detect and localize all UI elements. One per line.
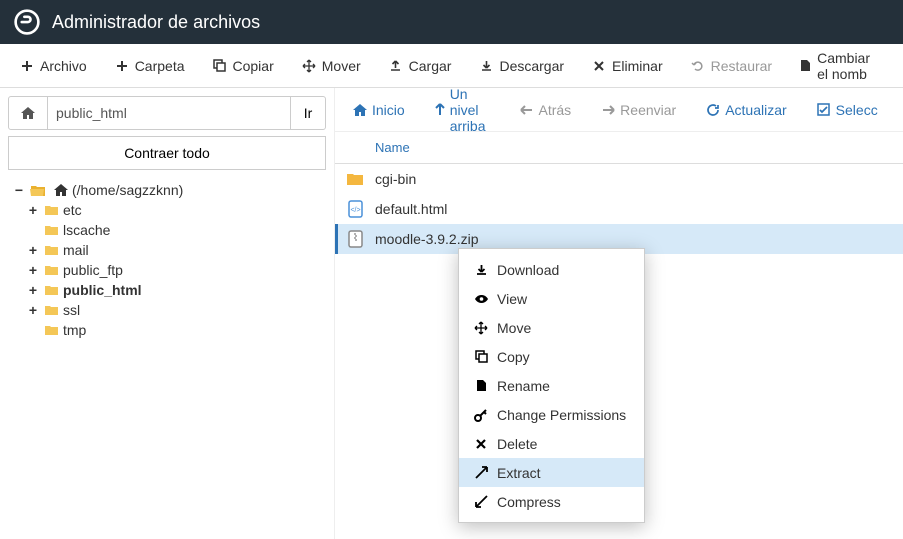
nav-refresh[interactable]: Actualizar [698,98,794,122]
ctx-permissions[interactable]: Change Permissions [459,400,644,429]
file-icon [800,59,811,73]
go-button[interactable]: Ir [290,96,326,130]
move-icon [473,321,489,335]
tree-root[interactable]: − (/home/sagzzknn) [12,180,326,200]
tree-item[interactable]: +ssl [12,300,326,320]
ctx-download[interactable]: Download [459,255,644,284]
folder-button[interactable]: Carpeta [105,52,195,80]
checkbox-icon [817,103,831,117]
folder-icon [44,324,59,336]
tree-item[interactable]: +etc [12,200,326,220]
collapse-all-button[interactable]: Contraer todo [8,136,326,170]
path-input[interactable] [48,96,290,130]
page-title: Administrador de archivos [52,12,260,33]
nav-back: Atrás [511,98,579,122]
file-row[interactable]: cgi-bin [335,164,903,194]
folder-icon [44,204,59,216]
delete-button[interactable]: Eliminar [582,52,673,80]
folder-icon [44,264,59,276]
ctx-rename[interactable]: Rename [459,371,644,400]
upload-icon [389,59,403,73]
folder-tree: − (/home/sagzzknn) +etclscache+mail+publ… [8,180,326,340]
arrow-left-icon [519,103,533,117]
plus-icon [115,59,129,73]
app-header: Administrador de archivos [0,0,903,44]
compress-icon [473,495,489,508]
main-toolbar: Archivo Carpeta Copiar Mover Cargar Desc… [0,44,903,88]
tree-item[interactable]: +mail [12,240,326,260]
copy-icon [213,59,227,73]
refresh-icon [706,103,720,117]
tree-item[interactable]: tmp [12,320,326,340]
cpanel-logo [12,7,42,37]
home-button[interactable] [8,96,48,130]
arrow-right-icon [601,103,615,117]
expand-icon [473,466,489,479]
folder-icon [44,244,59,256]
nav-select[interactable]: Selecc [809,98,886,122]
ctx-compress[interactable]: Compress [459,487,644,516]
upload-button[interactable]: Cargar [379,52,462,80]
ctx-delete[interactable]: Delete [459,429,644,458]
nav-forward: Reenviar [593,98,684,122]
html-icon: </> [343,200,367,218]
restore-button: Restaurar [681,52,782,80]
folder-open-icon [30,184,46,197]
rename-button[interactable]: Cambiar el nomb [790,44,893,88]
ctx-extract[interactable]: Extract [459,458,644,487]
svg-text:</>: </> [350,207,360,214]
ctx-view[interactable]: View [459,284,644,313]
zip-icon [343,230,367,248]
move-button[interactable]: Mover [292,52,371,80]
tree-item[interactable]: +public_html [12,280,326,300]
column-name: Name [375,140,410,155]
home-icon [54,184,68,196]
home-icon [353,103,367,117]
tree-item[interactable]: +public_ftp [12,260,326,280]
download-icon [479,59,493,73]
copy-icon [473,350,489,363]
arrow-up-icon [435,103,445,117]
eye-icon [473,294,489,304]
key-icon [473,408,489,422]
ctx-move[interactable]: Move [459,313,644,342]
tree-item[interactable]: lscache [12,220,326,240]
copy-button[interactable]: Copiar [203,52,284,80]
move-icon [302,59,316,73]
plus-icon [20,59,34,73]
file-button[interactable]: Archivo [10,52,97,80]
navigation-bar: Inicio Un nivel arriba Atrás Reenviar Ac… [335,88,903,132]
folder-icon [343,172,367,186]
download-icon [473,263,489,276]
sidebar: Ir Contraer todo − (/home/sagzzknn) +etc… [0,88,335,539]
file-row[interactable]: </>default.html [335,194,903,224]
x-icon [592,59,606,73]
x-icon [473,438,489,450]
folder-icon [44,304,59,316]
undo-icon [691,59,705,73]
download-button[interactable]: Descargar [469,52,574,80]
ctx-copy[interactable]: Copy [459,342,644,371]
context-menu: Download View Move Copy Rename Change Pe… [458,248,645,523]
table-header[interactable]: Name [335,132,903,164]
nav-up[interactable]: Un nivel arriba [427,88,498,138]
file-icon [473,379,489,392]
nav-home[interactable]: Inicio [345,98,413,122]
folder-icon [44,224,59,236]
folder-icon [44,284,59,296]
